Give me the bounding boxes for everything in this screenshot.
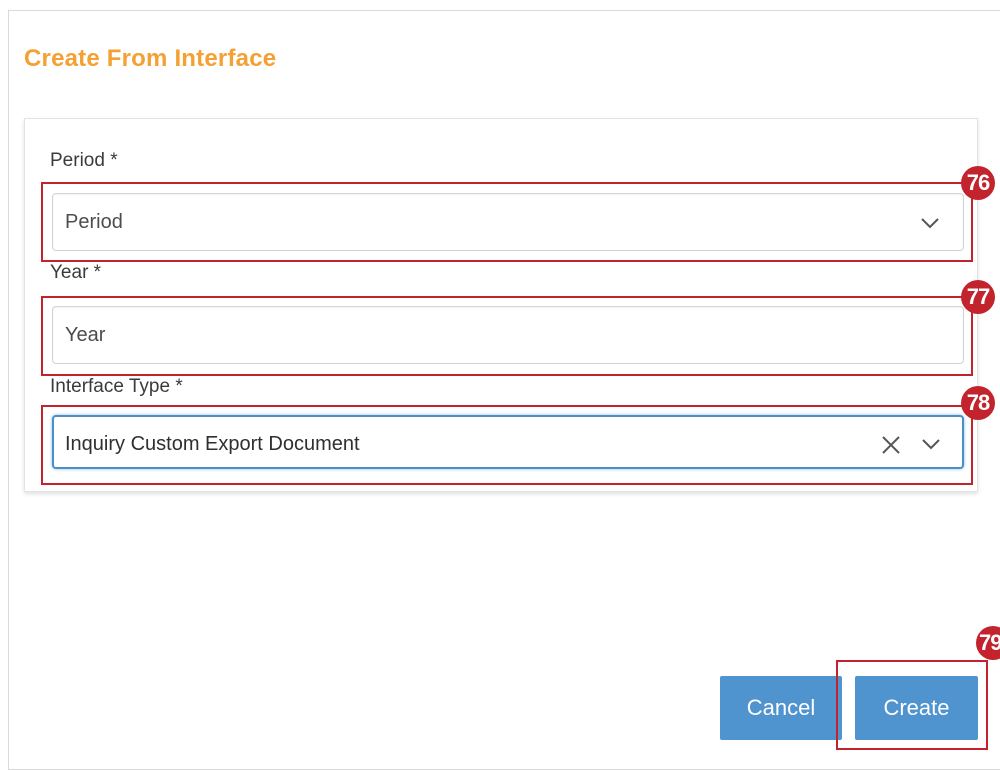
period-placeholder: Period — [65, 211, 123, 233]
dialog-title: Create From Interface — [24, 45, 277, 72]
annotation-badge-year: 77 — [961, 280, 995, 314]
interface-type-select[interactable]: Inquiry Custom Export Document — [52, 415, 964, 469]
cancel-button[interactable]: Cancel — [720, 676, 842, 740]
annotation-badge-period: 76 — [961, 166, 995, 200]
chevron-down-icon[interactable] — [920, 433, 942, 455]
interface-type-label: Interface Type * — [50, 376, 183, 397]
year-placeholder: Year — [65, 324, 106, 346]
year-input[interactable]: Year — [52, 306, 964, 364]
period-select[interactable]: Period — [52, 193, 964, 251]
interface-type-value: Inquiry Custom Export Document — [65, 433, 360, 455]
year-label: Year * — [50, 262, 102, 283]
chevron-down-icon[interactable] — [919, 212, 941, 234]
close-icon[interactable] — [880, 434, 902, 456]
annotation-badge-interface-type: 78 — [961, 386, 995, 420]
period-label: Period * — [50, 150, 118, 171]
create-button[interactable]: Create — [855, 676, 978, 740]
